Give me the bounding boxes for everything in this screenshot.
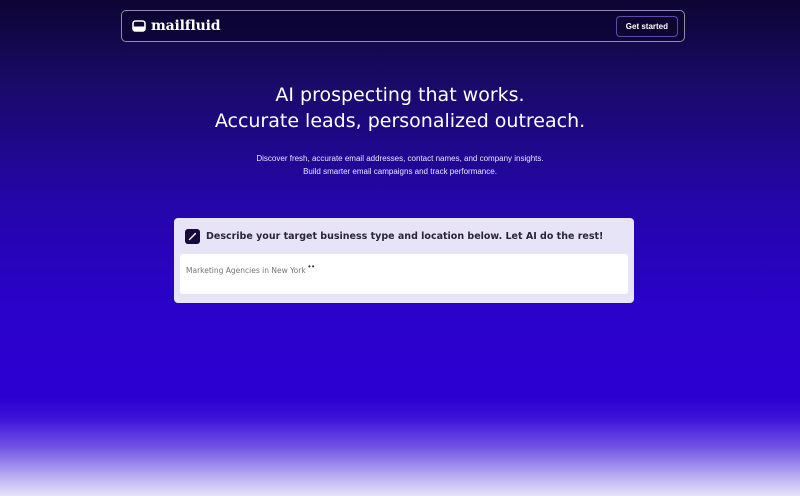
brand-logo[interactable]: mailfluid [132, 18, 221, 34]
ai-prompt-card: Describe your target business type and l… [174, 218, 634, 303]
hero-title: AI prospecting that works. Accurate lead… [0, 82, 800, 134]
get-started-button[interactable]: Get started [615, 15, 678, 37]
envelope-tray-icon [132, 20, 146, 32]
brand-name: mailfluid [151, 18, 221, 34]
hero-subtitle: Discover fresh, accurate email addresses… [0, 152, 800, 178]
hero-subtitle-line-2: Build smarter email campaigns and track … [303, 167, 497, 176]
hero-title-line-1: AI prospecting that works. [275, 84, 525, 106]
prompt-input-container[interactable]: •• [180, 254, 628, 294]
business-description-input[interactable] [186, 266, 622, 275]
prompt-header: Describe your target business type and l… [180, 229, 628, 244]
hero-subtitle-line-1: Discover fresh, accurate email addresses… [256, 154, 544, 163]
magic-wand-icon [185, 229, 200, 244]
top-navbar: mailfluid Get started [121, 10, 685, 42]
typing-indicator: •• [308, 262, 316, 271]
hero-title-line-2: Accurate leads, personalized outreach. [214, 110, 586, 132]
hero-section: AI prospecting that works. Accurate lead… [0, 82, 800, 178]
prompt-label: Describe your target business type and l… [206, 231, 604, 242]
